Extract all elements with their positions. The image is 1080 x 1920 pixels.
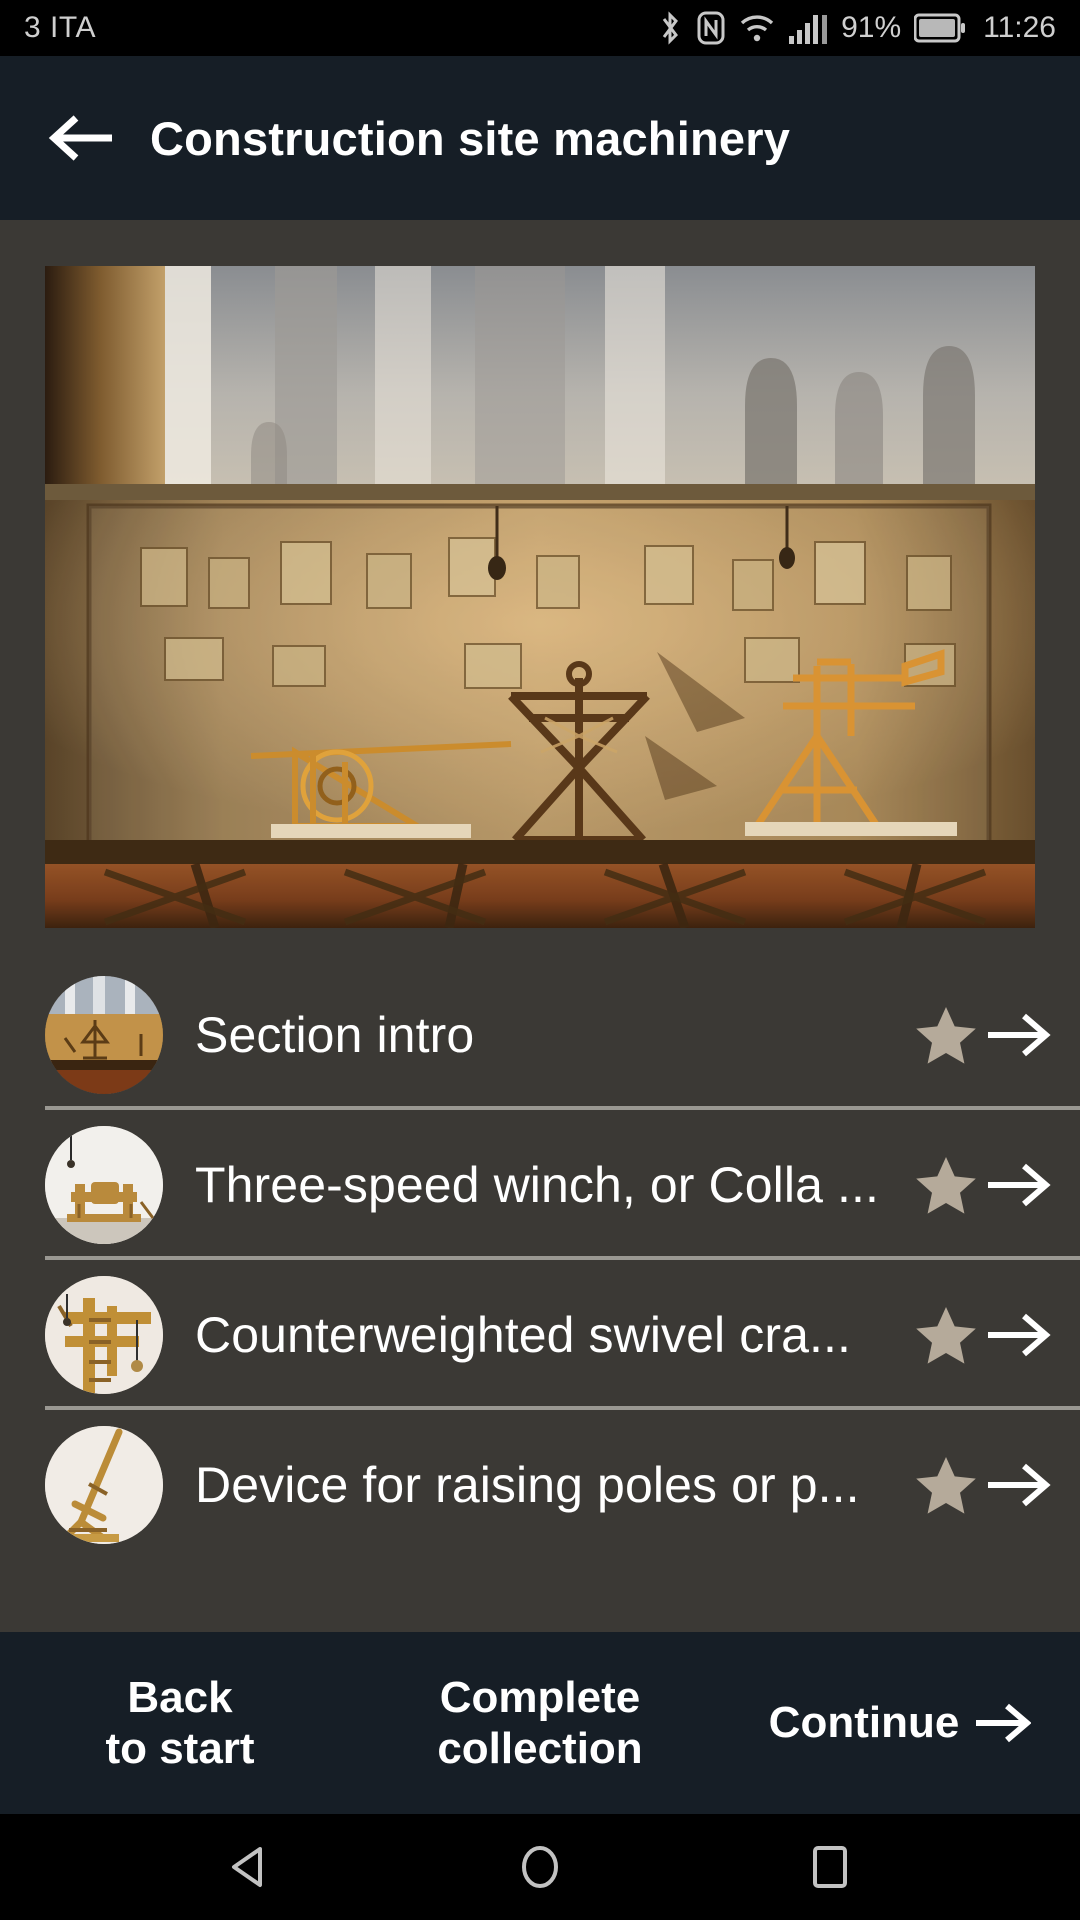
- complete-collection-line1: Complete: [439, 1672, 641, 1722]
- list-item-thumbnail: [45, 1276, 163, 1394]
- carrier-label: 3 ITA: [24, 11, 96, 44]
- wifi-icon: [739, 13, 775, 43]
- page-title: Construction site machinery: [150, 111, 791, 165]
- arrow-right-icon[interactable]: [984, 1307, 1052, 1363]
- cellular-signal-icon: [788, 12, 828, 44]
- app-bar: Construction site machinery: [0, 56, 1080, 220]
- star-icon[interactable]: [914, 1304, 978, 1366]
- bluetooth-icon: [657, 10, 683, 46]
- list-item-label: Three-speed winch, or Colla ...: [195, 1157, 879, 1213]
- continue-button[interactable]: Continue: [720, 1697, 1080, 1748]
- wooden-winch-thumb: [45, 1126, 163, 1244]
- action-bar: Back to start Complete collection Contin…: [0, 1632, 1080, 1814]
- back-to-start-button[interactable]: Back to start: [0, 1672, 360, 1774]
- list-item[interactable]: Counterweighted swivel cra...: [0, 1260, 1080, 1410]
- complete-collection-line2: collection: [437, 1724, 643, 1773]
- list-item[interactable]: Section intro: [0, 960, 1080, 1110]
- list-item[interactable]: Three-speed winch, or Colla ...: [0, 1110, 1080, 1260]
- nfc-icon: [696, 10, 726, 46]
- list-item-label: Counterweighted swivel cra...: [195, 1307, 851, 1363]
- museum-exhibit-illustration: [45, 266, 1035, 928]
- swivel-crane-thumb: [45, 1276, 163, 1394]
- star-icon[interactable]: [914, 1154, 978, 1216]
- list-item-thumbnail: [45, 1126, 163, 1244]
- list-item-icons: [914, 1304, 1052, 1366]
- star-icon[interactable]: [914, 1454, 978, 1516]
- triangle-back-icon: [232, 1847, 262, 1887]
- battery-percent-label: 91%: [841, 11, 902, 44]
- pole-raising-device-thumb: [45, 1426, 163, 1544]
- phone-screen: 3 ITA 91% 11:26 Construction site machin…: [0, 0, 1080, 1920]
- continue-label: Continue: [768, 1698, 960, 1748]
- complete-collection-button[interactable]: Complete collection: [360, 1672, 720, 1774]
- square-recents-icon: [813, 1846, 847, 1888]
- nav-back-button[interactable]: [205, 1822, 295, 1912]
- circle-home-icon: [522, 1846, 558, 1888]
- star-icon[interactable]: [914, 1004, 978, 1066]
- android-nav-bar: [0, 1814, 1080, 1920]
- arrow-right-icon: [976, 1703, 1032, 1743]
- list-item-icons: [914, 1004, 1052, 1066]
- back-arrow-icon: [48, 115, 112, 161]
- hero-image[interactable]: [45, 266, 1035, 928]
- section-list: Section intro Three-speed winch, or Coll…: [0, 960, 1080, 1560]
- arrow-right-icon[interactable]: [984, 1157, 1052, 1213]
- nav-home-button[interactable]: [495, 1822, 585, 1912]
- status-bar: 3 ITA 91% 11:26: [0, 0, 1080, 56]
- list-item-thumbnail: [45, 976, 163, 1094]
- clock-label: 11:26: [983, 11, 1056, 44]
- list-item-label: Section intro: [195, 1007, 475, 1063]
- list-item-thumbnail: [45, 1426, 163, 1544]
- nav-recents-button[interactable]: [785, 1822, 875, 1912]
- list-item-icons: [914, 1454, 1052, 1516]
- list-item[interactable]: Device for raising poles or p...: [0, 1410, 1080, 1560]
- museum-display-case-thumb: [45, 976, 163, 1094]
- content-area: Section intro Three-speed winch, or Coll…: [0, 220, 1080, 1632]
- status-icons: 91% 11:26: [657, 10, 1056, 46]
- arrow-right-icon[interactable]: [984, 1007, 1052, 1063]
- back-to-start-line1: Back: [127, 1672, 233, 1722]
- back-button[interactable]: [24, 111, 142, 165]
- list-item-icons: [914, 1154, 1052, 1216]
- list-item-label: Device for raising poles or p...: [195, 1457, 860, 1513]
- arrow-right-icon[interactable]: [984, 1457, 1052, 1513]
- battery-icon: [914, 13, 966, 43]
- back-to-start-line2: to start: [105, 1724, 255, 1773]
